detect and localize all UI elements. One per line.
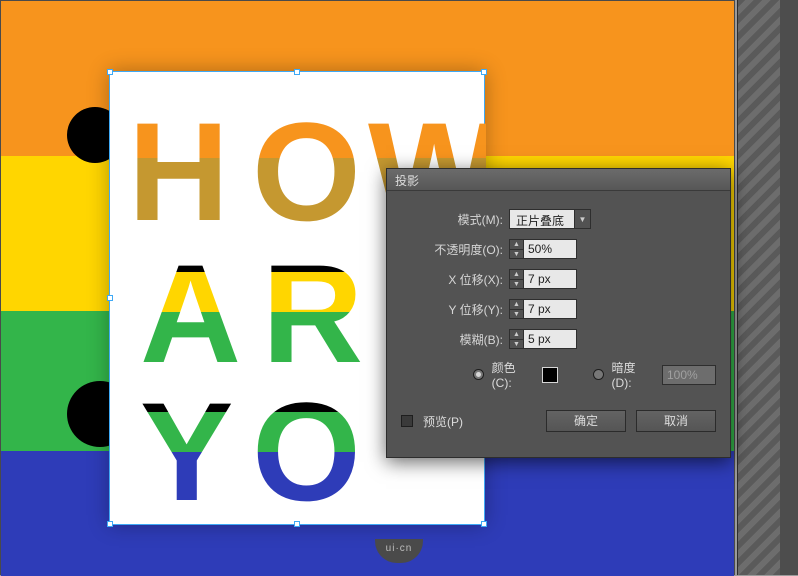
vertical-scrollbar[interactable]: [780, 0, 798, 575]
xoffset-label: X 位移(X):: [401, 271, 509, 288]
letter-y[interactable]: Y: [140, 382, 233, 522]
letter-o[interactable]: O: [252, 102, 361, 242]
chevron-down-icon[interactable]: ▼: [574, 210, 590, 228]
color-label: 颜色(C):: [492, 359, 534, 390]
opacity-label: 不透明度(O):: [401, 241, 509, 258]
yoffset-label: Y 位移(Y):: [401, 301, 509, 318]
drop-shadow-dialog[interactable]: 投影 模式(M): 正片叠底 ▼ 不透明度(O): ▲▼ 50% X 位移(X)…: [386, 168, 731, 458]
darkness-radio[interactable]: [593, 369, 604, 380]
cancel-button[interactable]: 取消: [636, 410, 716, 432]
mode-label: 模式(M):: [401, 211, 509, 228]
opacity-input[interactable]: ▲▼ 50%: [509, 239, 577, 259]
ok-button[interactable]: 确定: [546, 410, 626, 432]
yoffset-value[interactable]: 7 px: [524, 300, 576, 318]
darkness-value: 100%: [663, 366, 715, 384]
preview-label: 预览(P): [423, 413, 463, 430]
stepper-icon[interactable]: ▲▼: [510, 270, 524, 288]
yoffset-input[interactable]: ▲▼ 7 px: [509, 299, 577, 319]
stepper-icon[interactable]: ▲▼: [510, 330, 524, 348]
selection-handle[interactable]: [107, 521, 113, 527]
letter-r[interactable]: R: [262, 244, 363, 384]
darkness-label: 暗度(D):: [612, 359, 654, 390]
letter-o2[interactable]: O: [252, 382, 361, 522]
color-swatch[interactable]: [542, 367, 558, 383]
blur-value[interactable]: 5 px: [524, 330, 576, 348]
selection-handle[interactable]: [294, 521, 300, 527]
blur-label: 模糊(B):: [401, 331, 509, 348]
darkness-input: 100%: [662, 365, 716, 385]
blur-input[interactable]: ▲▼ 5 px: [509, 329, 577, 349]
mode-value: 正片叠底: [510, 210, 574, 228]
stepper-icon[interactable]: ▲▼: [510, 300, 524, 318]
opacity-value[interactable]: 50%: [524, 240, 576, 258]
color-radio[interactable]: [473, 369, 484, 380]
mode-select[interactable]: 正片叠底 ▼: [509, 209, 591, 229]
xoffset-value[interactable]: 7 px: [524, 270, 576, 288]
xoffset-input[interactable]: ▲▼ 7 px: [509, 269, 577, 289]
selection-handle[interactable]: [481, 69, 487, 75]
letter-a[interactable]: A: [140, 244, 241, 384]
letter-h[interactable]: H: [128, 102, 229, 242]
selection-handle[interactable]: [481, 521, 487, 527]
stepper-icon[interactable]: ▲▼: [510, 240, 524, 258]
pasteboard: [737, 0, 798, 575]
selection-handle[interactable]: [107, 69, 113, 75]
selection-handle[interactable]: [294, 69, 300, 75]
dialog-title[interactable]: 投影: [387, 169, 730, 191]
selection-handle[interactable]: [107, 295, 113, 301]
preview-checkbox[interactable]: [401, 415, 413, 427]
